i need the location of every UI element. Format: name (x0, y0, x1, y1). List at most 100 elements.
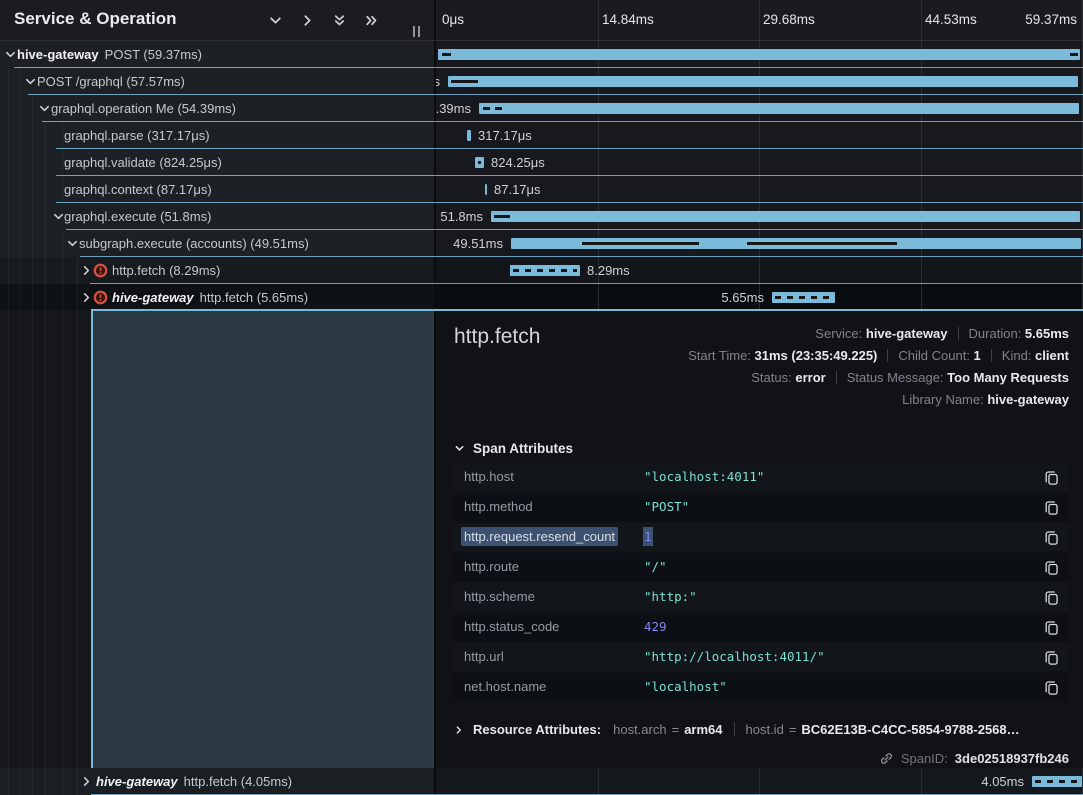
span-duration-bar[interactable] (467, 130, 471, 141)
indent-guide (62, 122, 63, 149)
chevron-right-icon[interactable] (80, 264, 93, 277)
link-icon[interactable] (879, 751, 894, 766)
span-tree-cell[interactable]: http.fetch (8.29ms) (0, 257, 434, 284)
panel-resize-handle[interactable] (413, 26, 420, 37)
span-tree-cell[interactable]: hive-gatewayPOST (59.37ms) (0, 41, 434, 68)
span-tree-cell[interactable]: graphql.execute (51.8ms) (0, 203, 434, 230)
span-row-2[interactable]: graphql.operation Me (54.39ms)54.39ms (0, 95, 1083, 122)
copy-button[interactable] (1043, 648, 1061, 666)
copy-button[interactable] (1043, 468, 1061, 486)
attribute-row[interactable]: http.status_code429 (454, 613, 1069, 641)
span-duration-bar[interactable] (438, 49, 1080, 60)
span-timeline-cell[interactable]: 4.05ms (434, 768, 1083, 795)
span-title: http.fetch (454, 325, 540, 349)
copy-button[interactable] (1043, 618, 1061, 636)
span-row-10[interactable]: hive-gatewayhttp.fetch (4.05ms)4.05ms (0, 768, 1083, 795)
span-duration-bar[interactable] (479, 103, 1079, 114)
copy-button[interactable] (1043, 528, 1061, 546)
span-duration-bar[interactable] (772, 292, 835, 303)
chevron-right-icon[interactable] (80, 291, 93, 304)
chevron-right-icon[interactable] (299, 12, 316, 29)
span-row-5[interactable]: graphql.context (87.17μs)87.17μs (0, 176, 1083, 203)
span-tree-cell[interactable]: graphql.parse (317.17μs) (0, 122, 434, 149)
chevron-right-icon[interactable] (80, 775, 93, 788)
span-timeline-cell[interactable]: 824.25μs (434, 149, 1083, 176)
bar-child-marker (451, 80, 478, 83)
chevron-down-icon[interactable] (267, 12, 284, 29)
attribute-row[interactable]: http.host"localhost:4011" (454, 463, 1069, 491)
chevron-right-icon[interactable] (454, 725, 464, 735)
indent-guide (19, 284, 20, 311)
span-duration-bar[interactable] (485, 184, 487, 195)
span-tree-cell[interactable]: subgraph.execute (accounts) (49.51ms) (0, 230, 434, 257)
meta-label: Library Name: (902, 392, 987, 407)
span-row-9[interactable]: hive-gatewayhttp.fetch (5.65ms)5.65ms (0, 284, 1083, 311)
indent-guide (45, 257, 46, 284)
span-row-3[interactable]: graphql.parse (317.17μs) 317.17μs (0, 122, 1083, 149)
span-timeline-cell[interactable]: 8.29ms (434, 257, 1083, 284)
indent-guide (32, 95, 33, 122)
attribute-key: http.method (464, 493, 533, 521)
indent-guide (32, 311, 33, 768)
span-timeline-cell[interactable] (434, 41, 1083, 68)
indent-guide (19, 768, 20, 795)
meta-value: hive-gateway (866, 326, 948, 341)
span-row-7[interactable]: subgraph.execute (accounts) (49.51ms)49.… (0, 230, 1083, 257)
attribute-row[interactable]: http.route"/" (454, 553, 1069, 581)
meta-label: Child Count: (898, 348, 973, 363)
indent-guide (77, 284, 78, 311)
span-duration-bar[interactable] (1032, 776, 1082, 787)
double-chevron-down-icon[interactable] (331, 12, 348, 29)
indent-guide (8, 311, 9, 768)
indent-guide (32, 203, 33, 230)
span-attributes-toggle[interactable]: Span Attributes (454, 441, 573, 456)
bar-child-marker (1070, 53, 1078, 56)
span-duration-bar[interactable] (448, 76, 1078, 87)
span-timeline-cell[interactable]: 51.8ms (434, 203, 1083, 230)
indent-guide (62, 257, 63, 284)
span-tree-cell[interactable]: graphql.context (87.17μs) (0, 176, 434, 203)
span-row-1[interactable]: POST /graphql (57.57ms)57.57ms (0, 68, 1083, 95)
span-timeline-cell[interactable]: 317.17μs (434, 122, 1083, 149)
span-timeline-cell[interactable]: 5.65ms (434, 284, 1083, 311)
span-tree-cell[interactable]: graphql.validate (824.25μs) (0, 149, 434, 176)
copy-button[interactable] (1043, 558, 1061, 576)
bar-duration-label: 51.8ms (440, 203, 483, 230)
span-timeline-cell[interactable]: 54.39ms (434, 95, 1083, 122)
error-icon (93, 263, 108, 278)
chevron-down-icon[interactable] (38, 102, 51, 115)
span-tree-cell[interactable]: hive-gatewayhttp.fetch (4.05ms) (0, 768, 434, 795)
attribute-row[interactable]: http.url"http://localhost:4011/" (454, 643, 1069, 671)
tree-gutter (0, 311, 91, 768)
chevron-down-icon[interactable] (66, 237, 79, 250)
span-duration-bar[interactable] (491, 211, 1080, 222)
bar-child-marker (582, 242, 699, 245)
span-duration-bar[interactable] (475, 157, 484, 168)
attribute-row[interactable]: http.method"POST" (454, 493, 1069, 521)
resource-attributes-title[interactable]: Resource Attributes: (473, 718, 601, 742)
attribute-row[interactable]: net.host.name"localhost" (454, 673, 1069, 701)
meta-value: 5.65ms (1025, 326, 1069, 341)
span-row-8[interactable]: http.fetch (8.29ms)8.29ms (0, 257, 1083, 284)
span-row-0[interactable]: hive-gatewayPOST (59.37ms) (0, 41, 1083, 68)
span-row-4[interactable]: graphql.validate (824.25μs)824.25μs (0, 149, 1083, 176)
copy-button[interactable] (1043, 588, 1061, 606)
bar-child-marker (494, 215, 510, 218)
copy-button[interactable] (1043, 498, 1061, 516)
span-tree-cell[interactable]: hive-gatewayhttp.fetch (5.65ms) (0, 284, 434, 311)
span-timeline-cell[interactable]: 57.57ms (434, 68, 1083, 95)
attribute-row[interactable]: http.request.resend_count1 (454, 523, 1069, 551)
attribute-row[interactable]: http.scheme"http:" (454, 583, 1069, 611)
span-tree-cell[interactable]: graphql.operation Me (54.39ms) (0, 95, 434, 122)
span-timeline-cell[interactable]: 49.51ms (434, 230, 1083, 257)
span-timeline-cell[interactable]: 87.17μs (434, 176, 1083, 203)
span-row-6[interactable]: graphql.execute (51.8ms)51.8ms (0, 203, 1083, 230)
span-tree-cell[interactable]: POST /graphql (57.57ms) (0, 68, 434, 95)
chevron-down-icon[interactable] (4, 48, 17, 61)
span-label: graphql.parse (317.17μs) (64, 122, 210, 149)
chevron-down-icon[interactable] (24, 75, 37, 88)
span-duration-bar[interactable] (510, 265, 580, 276)
double-chevron-right-icon[interactable] (363, 12, 380, 29)
resource-value: arm64 (684, 722, 722, 737)
copy-button[interactable] (1043, 678, 1061, 696)
